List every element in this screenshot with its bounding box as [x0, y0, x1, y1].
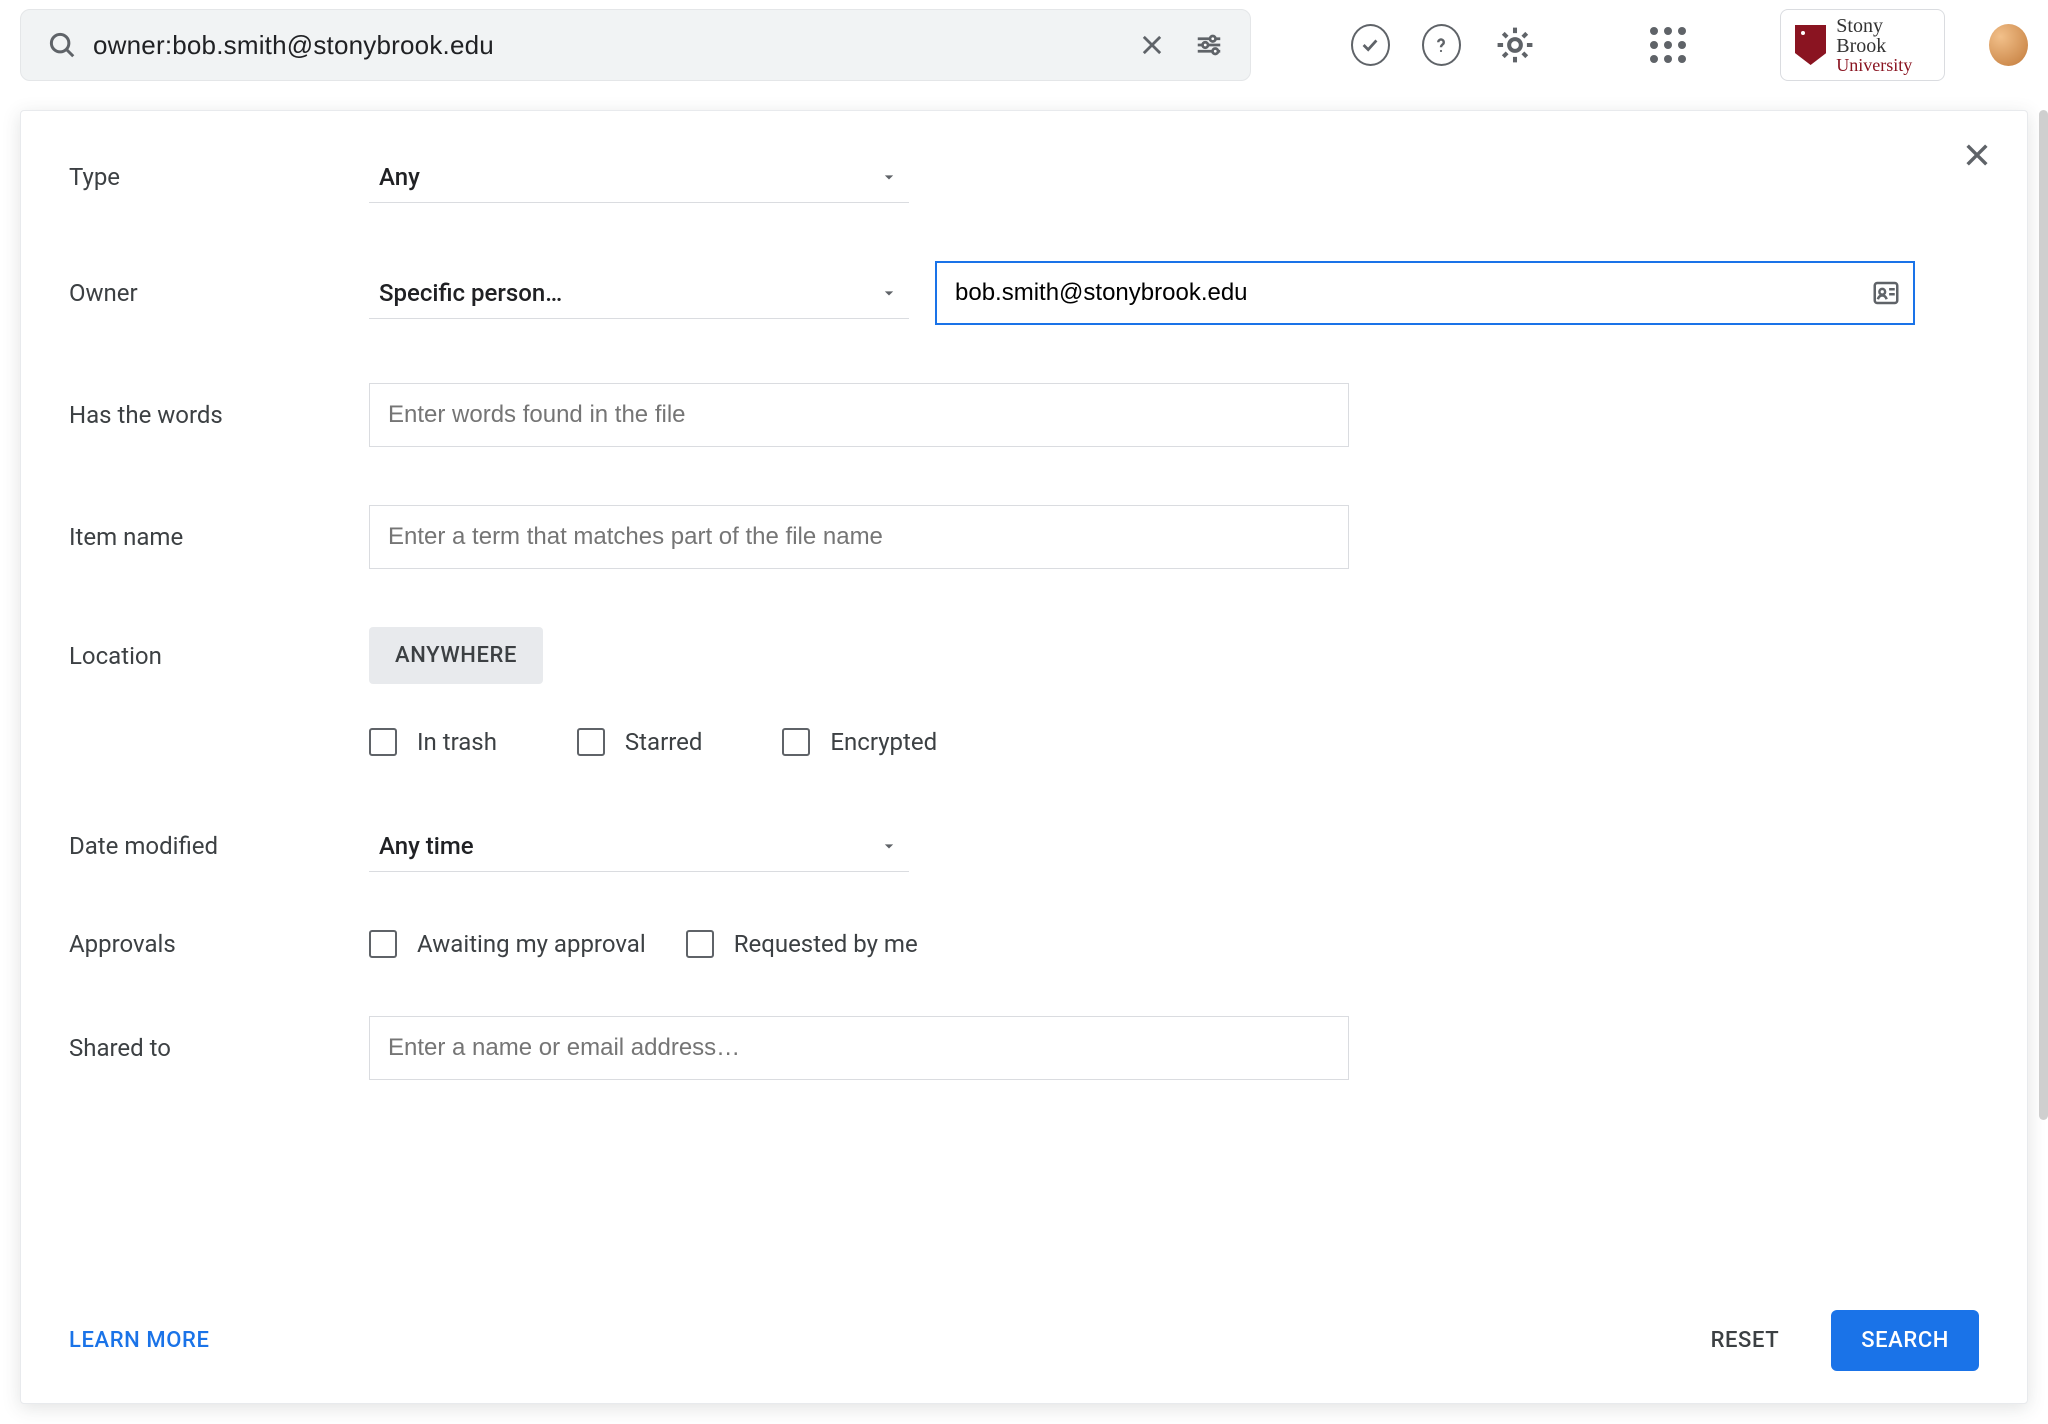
checkbox-label: Starred	[625, 728, 702, 756]
has-words-input[interactable]	[369, 383, 1349, 447]
apps-icon[interactable]	[1649, 24, 1688, 66]
checkbox-box	[369, 728, 397, 756]
checkbox-label: Requested by me	[734, 930, 918, 958]
checkbox-awaiting[interactable]: Awaiting my approval	[369, 930, 646, 958]
search-icon	[47, 30, 77, 60]
checkbox-box	[686, 930, 714, 958]
owner-select[interactable]: Specific person…	[369, 267, 909, 319]
type-select[interactable]: Any	[369, 151, 909, 203]
item-name-input[interactable]	[369, 505, 1349, 569]
checkbox-starred[interactable]: Starred	[577, 728, 702, 756]
checkbox-requested[interactable]: Requested by me	[686, 930, 918, 958]
row-owner: Owner Specific person…	[69, 261, 1979, 325]
header-actions: Stony Brook University	[1351, 9, 2028, 81]
owner-email-wrap	[935, 261, 1915, 325]
checkbox-box	[577, 728, 605, 756]
label-shared-to: Shared to	[69, 1034, 369, 1062]
chevron-down-icon	[879, 283, 899, 303]
checkbox-in-trash[interactable]: In trash	[369, 728, 497, 756]
date-modified-select[interactable]: Any time	[369, 820, 909, 872]
search-button[interactable]: SEARCH	[1831, 1310, 1979, 1371]
ready-offline-icon[interactable]	[1351, 24, 1390, 66]
row-has-words: Has the words	[69, 383, 1979, 447]
row-type: Type Any	[69, 151, 1979, 203]
location-chip[interactable]: ANYWHERE	[369, 627, 543, 684]
label-owner: Owner	[69, 279, 369, 307]
owner-select-value: Specific person…	[379, 279, 562, 307]
row-location-checks: In trash Starred Encrypted	[69, 728, 1979, 756]
clear-icon[interactable]	[1138, 31, 1166, 59]
org-name: Stony Brook University	[1836, 16, 1930, 74]
type-select-value: Any	[379, 163, 420, 191]
checkbox-label: Awaiting my approval	[417, 930, 646, 958]
avatar[interactable]	[1989, 24, 2028, 66]
date-modified-value: Any time	[379, 832, 474, 860]
search-input[interactable]	[91, 29, 1124, 62]
label-date-modified: Date modified	[69, 832, 369, 860]
owner-email-input[interactable]	[935, 261, 1915, 325]
row-location: Location ANYWHERE	[69, 627, 1979, 684]
label-type: Type	[69, 163, 369, 191]
reset-button[interactable]: RESET	[1687, 1312, 1804, 1369]
top-bar: Stony Brook University	[20, 10, 2028, 80]
search-box[interactable]	[20, 9, 1251, 81]
filter-options-icon[interactable]	[1194, 30, 1224, 60]
chevron-down-icon	[879, 836, 899, 856]
checkbox-label: In trash	[417, 728, 497, 756]
checkbox-box	[369, 930, 397, 958]
settings-icon[interactable]	[1493, 23, 1537, 67]
label-item-name: Item name	[69, 523, 369, 551]
row-approvals: Approvals Awaiting my approval Requested…	[69, 930, 1979, 958]
learn-more-link[interactable]: LEARN MORE	[69, 1328, 210, 1353]
row-item-name: Item name	[69, 505, 1979, 569]
help-icon[interactable]	[1422, 24, 1461, 66]
checkbox-box	[782, 728, 810, 756]
contacts-icon[interactable]	[1871, 278, 1901, 308]
row-date-modified: Date modified Any time	[69, 820, 1979, 872]
shared-to-input[interactable]	[369, 1016, 1349, 1080]
close-icon[interactable]	[1961, 139, 1993, 171]
chevron-down-icon	[879, 167, 899, 187]
label-location: Location	[69, 642, 369, 670]
panel-footer: LEARN MORE RESET SEARCH	[69, 1310, 1979, 1371]
checkbox-encrypted[interactable]: Encrypted	[782, 728, 937, 756]
row-shared-to: Shared to	[69, 1016, 1979, 1080]
advanced-search-panel: Type Any Owner Specific person…	[20, 110, 2028, 1404]
shield-icon	[1795, 25, 1826, 65]
label-approvals: Approvals	[69, 930, 369, 958]
page-scrollbar[interactable]	[2039, 110, 2048, 1120]
checkbox-label: Encrypted	[830, 728, 937, 756]
org-badge[interactable]: Stony Brook University	[1780, 9, 1945, 81]
label-has-words: Has the words	[69, 401, 369, 429]
